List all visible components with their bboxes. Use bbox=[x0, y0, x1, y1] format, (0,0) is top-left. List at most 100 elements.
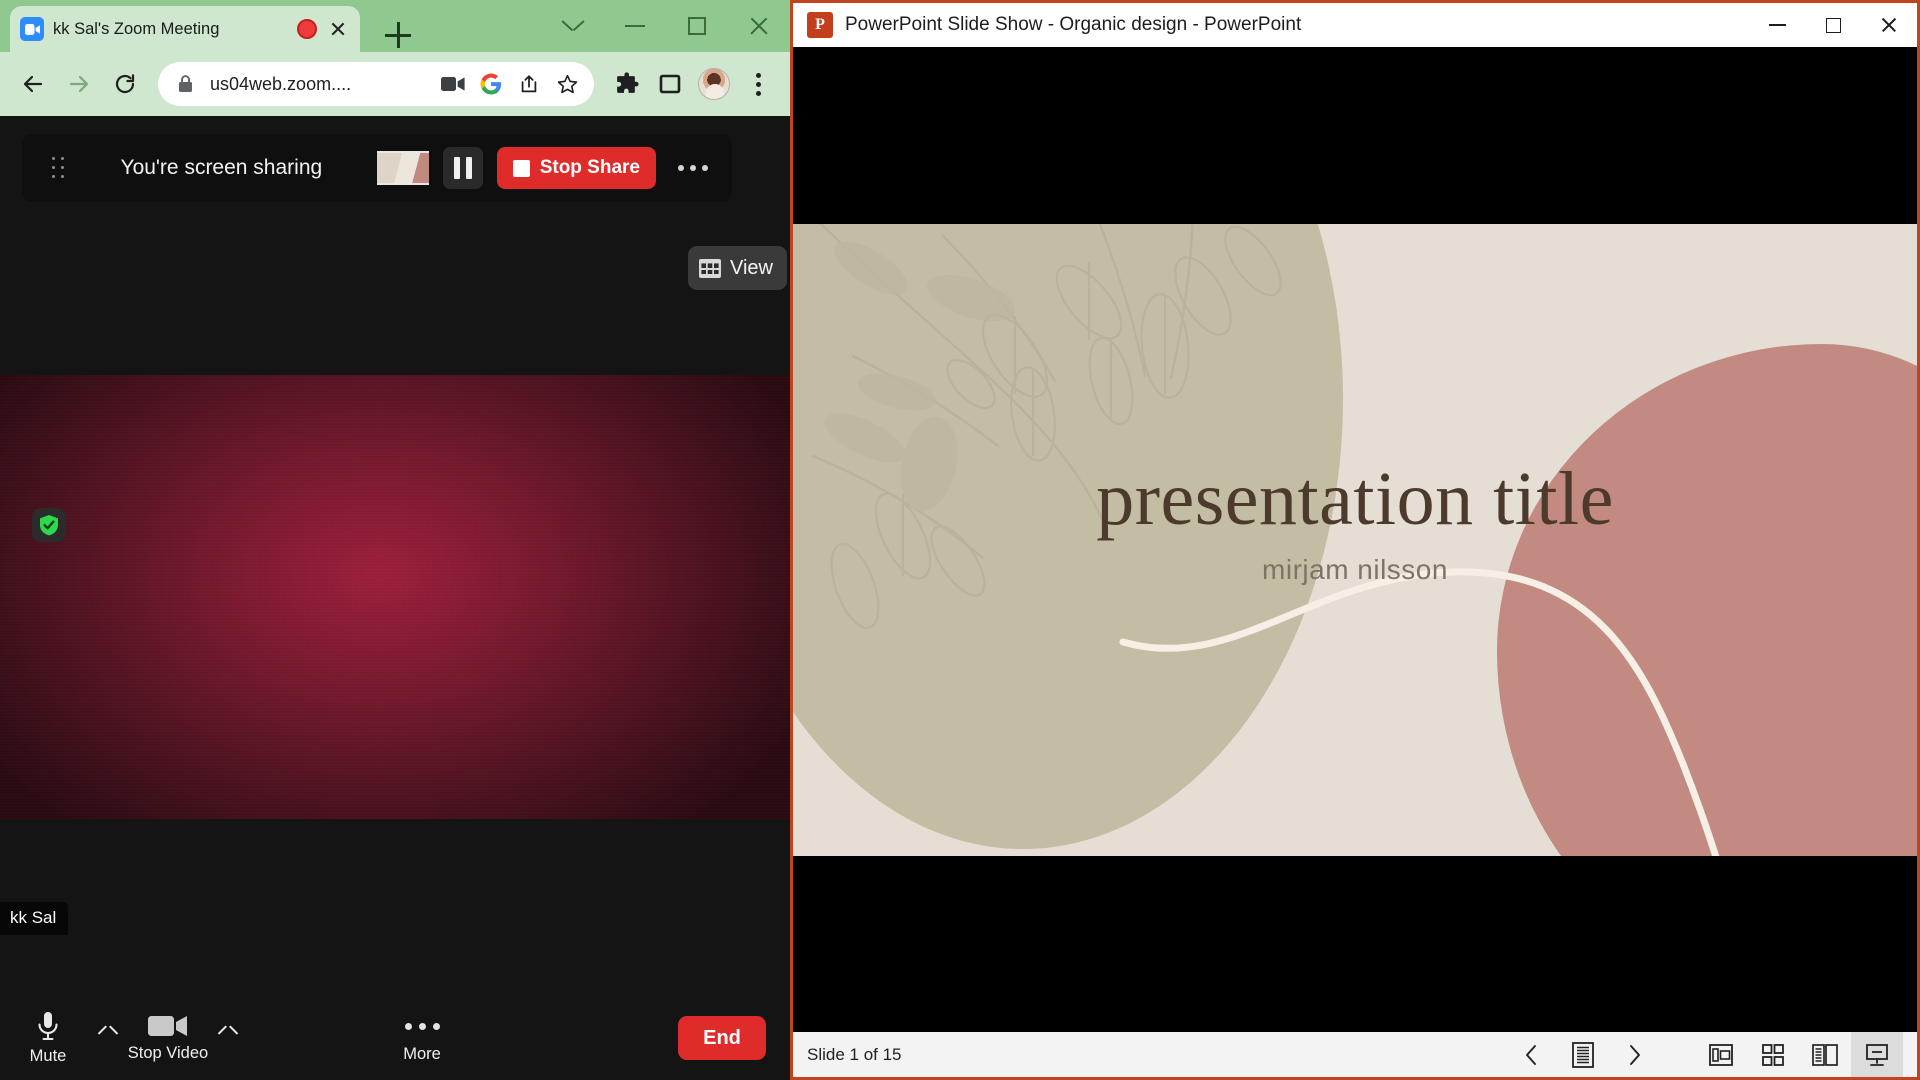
normal-view-button[interactable] bbox=[1695, 1032, 1747, 1077]
slide-subtitle: mirjam nilsson bbox=[793, 554, 1917, 586]
browser-tab-strip: kk Sal's Zoom Meeting bbox=[0, 0, 790, 52]
zoom-share-bar: You're screen sharing Stop Share bbox=[22, 134, 732, 202]
maximize-button[interactable] bbox=[666, 0, 728, 52]
video-camera-icon bbox=[148, 1013, 188, 1039]
chevron-down-icon bbox=[562, 20, 584, 32]
view-button[interactable]: View bbox=[688, 246, 787, 290]
new-tab-button[interactable] bbox=[385, 22, 411, 48]
back-arrow-icon bbox=[21, 72, 45, 96]
zoom-meeting-body: You're screen sharing Stop Share View bbox=[0, 116, 790, 1080]
close-icon bbox=[1880, 16, 1898, 34]
powerpoint-logo-icon: P bbox=[807, 12, 833, 38]
stop-share-button[interactable]: Stop Share bbox=[497, 147, 656, 189]
close-icon bbox=[748, 15, 770, 37]
maximize-icon bbox=[1826, 18, 1841, 33]
chevron-left-icon bbox=[1523, 1043, 1539, 1067]
participant-name-label: kk Sal bbox=[0, 902, 68, 935]
ppt-close-button[interactable] bbox=[1861, 3, 1917, 47]
forward-arrow-icon bbox=[67, 72, 91, 96]
browser-tab-title: kk Sal's Zoom Meeting bbox=[53, 20, 288, 39]
microphone-icon bbox=[35, 1010, 61, 1042]
extensions-button[interactable] bbox=[606, 64, 646, 104]
more-button[interactable]: More bbox=[332, 996, 512, 1080]
tab-search-button[interactable] bbox=[542, 0, 604, 52]
powerpoint-title-bar: P PowerPoint Slide Show - Organic design… bbox=[793, 3, 1917, 47]
slide-show-button[interactable] bbox=[1851, 1032, 1903, 1077]
slide-counter: Slide 1 of 15 bbox=[807, 1045, 1505, 1065]
slide-title: presentation title bbox=[793, 456, 1917, 543]
minimize-icon bbox=[625, 25, 645, 27]
slide-show-stage[interactable]: presentation title mirjam nilsson bbox=[793, 47, 1917, 1032]
slide-sorter-button[interactable] bbox=[1747, 1032, 1799, 1077]
google-icon[interactable] bbox=[478, 71, 504, 97]
slide-show-icon bbox=[1865, 1043, 1889, 1067]
powerpoint-window-controls bbox=[1749, 3, 1917, 47]
end-meeting-button[interactable]: End bbox=[678, 1016, 766, 1060]
maximize-icon bbox=[688, 17, 706, 35]
slide-canvas: presentation title mirjam nilsson bbox=[793, 224, 1917, 856]
slide-sorter-icon bbox=[1762, 1044, 1784, 1066]
powerpoint-status-bar: Slide 1 of 15 bbox=[793, 1032, 1917, 1077]
side-panel-button[interactable] bbox=[650, 64, 690, 104]
puzzle-icon bbox=[614, 72, 639, 97]
camera-icon[interactable] bbox=[440, 71, 466, 97]
slide-menu-button[interactable] bbox=[1557, 1032, 1609, 1077]
outline-list-icon bbox=[1572, 1042, 1594, 1068]
avatar bbox=[698, 68, 730, 100]
minimize-button[interactable] bbox=[604, 0, 666, 52]
video-options-caret[interactable] bbox=[216, 1018, 240, 1042]
shield-check-icon bbox=[32, 508, 66, 542]
stop-icon bbox=[513, 160, 530, 177]
pause-share-button[interactable] bbox=[443, 147, 483, 189]
close-icon[interactable] bbox=[326, 17, 350, 41]
stop-video-button[interactable]: Stop Video bbox=[120, 996, 216, 1080]
screen: kk Sal's Zoom Meeting bbox=[0, 0, 1920, 1080]
stop-video-label: Stop Video bbox=[128, 1044, 208, 1063]
chevron-right-icon bbox=[1627, 1043, 1643, 1067]
participant-video-tile[interactable] bbox=[0, 375, 790, 819]
browser-menu-button[interactable] bbox=[738, 64, 778, 104]
zoom-controls-bar: Mute Stop Video More End bbox=[0, 996, 790, 1080]
star-icon[interactable] bbox=[554, 71, 580, 97]
more-dots-icon bbox=[405, 1012, 440, 1040]
record-icon bbox=[297, 19, 317, 39]
powerpoint-window-title: PowerPoint Slide Show - Organic design -… bbox=[845, 14, 1301, 36]
stop-share-label: Stop Share bbox=[540, 157, 640, 179]
reload-button[interactable] bbox=[104, 63, 146, 105]
address-bar[interactable]: us04web.zoom.... bbox=[158, 62, 594, 106]
reload-icon bbox=[113, 72, 137, 96]
audio-options-caret[interactable] bbox=[96, 1018, 120, 1042]
share-preview-thumbnail[interactable] bbox=[377, 151, 429, 185]
view-button-label: View bbox=[730, 257, 773, 280]
forward-button[interactable] bbox=[58, 63, 100, 105]
three-dot-menu-icon bbox=[756, 73, 761, 96]
mute-button[interactable]: Mute bbox=[0, 996, 96, 1080]
zoom-icon bbox=[20, 17, 44, 41]
normal-view-icon bbox=[1709, 1044, 1733, 1066]
minimize-icon bbox=[1769, 24, 1786, 26]
ppt-maximize-button[interactable] bbox=[1805, 3, 1861, 47]
mute-label: Mute bbox=[30, 1047, 67, 1066]
browser-tab[interactable]: kk Sal's Zoom Meeting bbox=[10, 6, 360, 52]
url-text: us04web.zoom.... bbox=[210, 74, 428, 95]
close-window-button[interactable] bbox=[728, 0, 790, 52]
screen-sharing-status: You're screen sharing bbox=[80, 156, 363, 180]
share-bar-more-button[interactable] bbox=[670, 165, 716, 171]
lock-icon bbox=[172, 71, 198, 97]
reading-view-icon bbox=[1812, 1044, 1838, 1066]
ppt-minimize-button[interactable] bbox=[1749, 3, 1805, 47]
browser-window-controls bbox=[542, 0, 790, 52]
side-panel-icon bbox=[658, 72, 682, 96]
browser-toolbar: us04web.zoom.... bbox=[0, 52, 790, 116]
video-noise-overlay bbox=[0, 375, 790, 819]
drag-handle-icon[interactable] bbox=[52, 157, 66, 179]
profile-button[interactable] bbox=[694, 64, 734, 104]
powerpoint-window: P PowerPoint Slide Show - Organic design… bbox=[790, 0, 1920, 1080]
next-slide-button[interactable] bbox=[1609, 1032, 1661, 1077]
chrome-browser-window: kk Sal's Zoom Meeting bbox=[0, 0, 790, 1080]
back-button[interactable] bbox=[12, 63, 54, 105]
reading-view-button[interactable] bbox=[1799, 1032, 1851, 1077]
share-icon[interactable] bbox=[516, 71, 542, 97]
more-label: More bbox=[403, 1045, 441, 1064]
previous-slide-button[interactable] bbox=[1505, 1032, 1557, 1077]
